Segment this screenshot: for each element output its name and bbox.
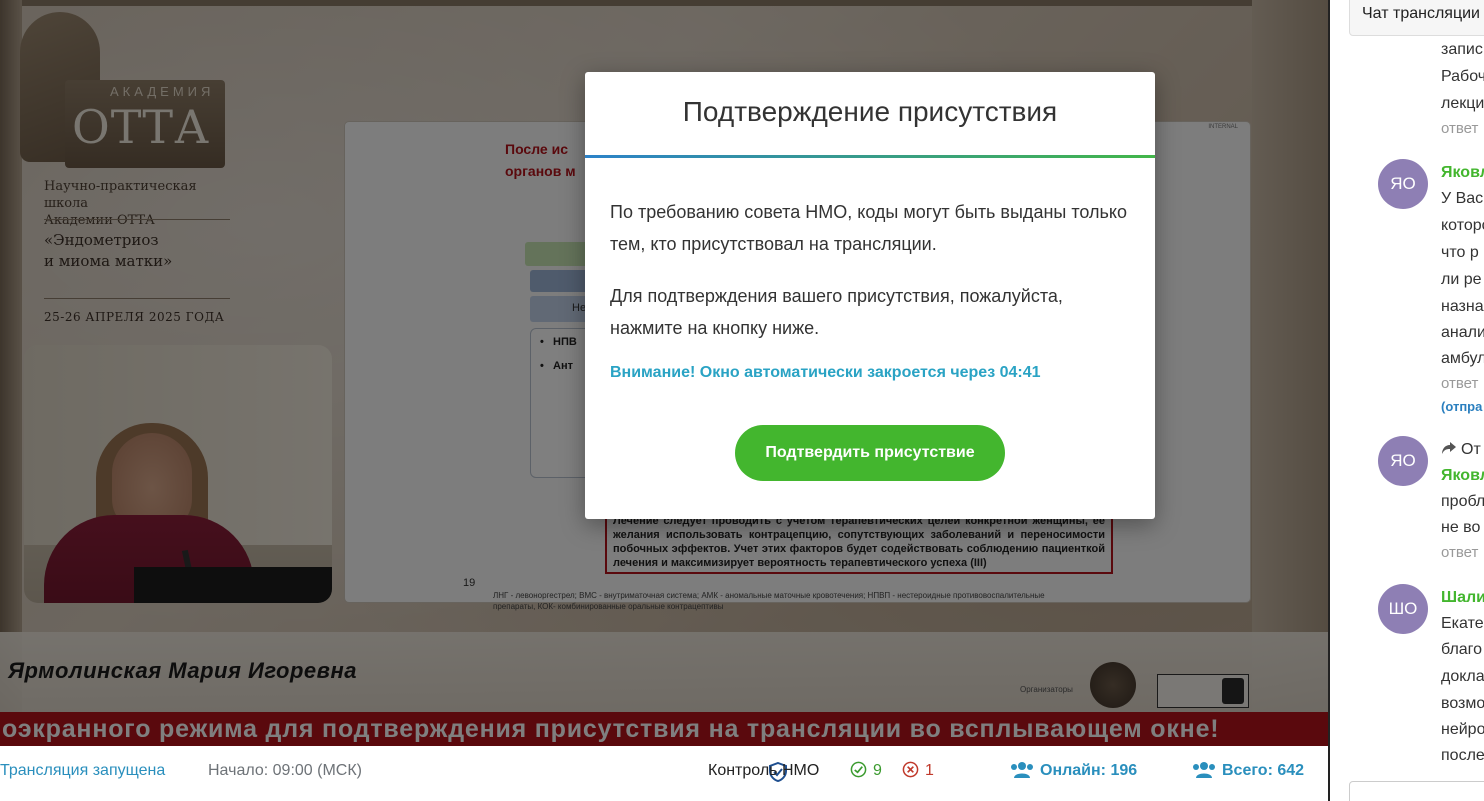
chat-sent-status: (отпра [1441, 399, 1483, 414]
chat-reply-link[interactable]: ответ [1441, 119, 1478, 139]
chat-author: Яковл [1441, 164, 1484, 181]
chat-author: Яковл [1441, 467, 1484, 484]
chat-message-text: пробл [1441, 493, 1484, 510]
avatar: ШО [1378, 584, 1428, 634]
check-circle-icon [850, 761, 867, 778]
attendance-modal: Подтверждение присутствия По требованию … [585, 72, 1155, 519]
nmo-control-label[interactable]: Контроль НМО [708, 761, 819, 781]
chat-message-text: докла [1441, 668, 1484, 685]
chat-message-text: анали [1441, 324, 1484, 341]
chat-message-text: Рабоч [1441, 68, 1484, 85]
chat-reply-link[interactable]: ответ [1441, 374, 1478, 394]
avatar: ЯО [1378, 436, 1428, 486]
chat-message-text: возмо [1441, 695, 1484, 712]
total-count: Всего: 642 [1192, 761, 1304, 781]
confirm-attendance-button[interactable]: Подтвердить присутствие [735, 425, 1005, 481]
avatar: ЯО [1378, 159, 1428, 209]
nmo-confirmed-count: 9 [850, 761, 882, 781]
x-circle-icon [902, 761, 919, 778]
chat-message-text: которо [1441, 217, 1484, 234]
nmo-missed-count: 1 [902, 761, 934, 781]
chat-input[interactable] [1349, 781, 1484, 801]
chat-message-text: запис [1441, 41, 1483, 58]
chat-message-text: нейро [1441, 721, 1484, 738]
chat-message-text: назна [1441, 298, 1484, 315]
chat-author: Шали [1441, 589, 1484, 606]
modal-header: Подтверждение присутствия [585, 72, 1155, 155]
modal-paragraph-1: По требованию совета НМО, коды могут быт… [610, 202, 1127, 254]
stream-start-time: Начало: 09:00 (МСК) [208, 762, 362, 779]
chat-message-text: амбул [1441, 350, 1484, 367]
chat-tab[interactable]: Чат трансляции [1349, 0, 1484, 36]
chat-message-text: ли ре [1441, 271, 1482, 288]
app-root: АКАДЕМИЯ ОТТА Научно-практическая школа … [0, 0, 1484, 801]
chat-message-text: Екате [1441, 615, 1484, 632]
chat-message-text: У Вас [1441, 190, 1484, 207]
share-icon [1442, 442, 1456, 454]
modal-body: По требованию совета НМО, коды могут быт… [585, 158, 1155, 382]
users-icon [1193, 762, 1215, 778]
chat-message-text: благо [1441, 641, 1483, 658]
modal-title: Подтверждение присутствия [682, 96, 1058, 127]
online-count: Онлайн: 196 [1010, 761, 1137, 781]
users-icon [1011, 762, 1033, 778]
chat-panel: Чат трансляции запис Рабоч лекци ответ Я… [1330, 0, 1484, 801]
chat-message-text: лекци [1441, 95, 1484, 112]
chat-reply-link[interactable]: ответ [1441, 543, 1478, 563]
chat-message-text: после [1441, 747, 1484, 764]
stream-live-status: Трансляция запущена [0, 762, 166, 779]
chat-message-text: что р [1441, 244, 1479, 261]
chat-forward-label: От [1441, 440, 1481, 460]
stream-status-bar: Трансляция запущена Начало: 09:00 (МСК) … [0, 746, 1330, 801]
chat-message-text: не во [1441, 519, 1481, 536]
modal-paragraph-2: Для подтверждения вашего присутствия, по… [610, 286, 1063, 338]
auto-close-warning: Внимание! Окно автоматически закроется ч… [610, 364, 1041, 381]
